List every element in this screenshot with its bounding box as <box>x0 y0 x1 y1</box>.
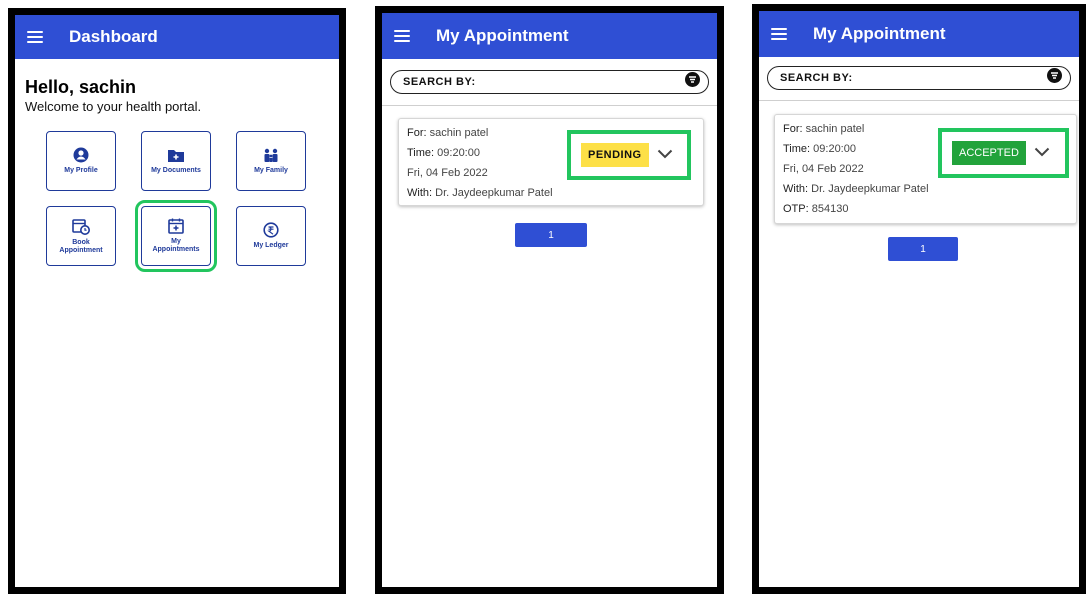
status-highlight: ACCEPTED <box>938 128 1069 178</box>
page-button[interactable]: 1 <box>515 223 587 247</box>
menu-icon[interactable] <box>27 31 43 43</box>
divider <box>382 105 717 106</box>
for-value: sachin patel <box>429 127 489 139</box>
greeting-text: Hello, sachin <box>25 77 137 97</box>
tile-label: Book Appointment <box>59 238 103 254</box>
with-label: With: <box>783 183 809 195</box>
chevron-down-icon[interactable] <box>1034 144 1050 162</box>
search-bar[interactable]: SEARCH BY: <box>767 66 1071 90</box>
rupee-icon <box>263 222 279 238</box>
tile-label: My Documents <box>151 166 201 174</box>
filter-icon[interactable] <box>685 72 700 92</box>
my-profile-tile[interactable]: My Profile <box>46 131 116 191</box>
top-app-bar: Dashboard <box>15 15 339 59</box>
page-title: Dashboard <box>69 27 158 46</box>
my-ledger-tile[interactable]: My Ledger <box>236 206 306 266</box>
page-title: My Appointment <box>436 26 569 45</box>
status-badge: PENDING <box>581 143 649 167</box>
with-label: With: <box>407 187 433 199</box>
status-highlight: PENDING <box>567 130 691 180</box>
with-value: Dr. Jaydeepkumar Patel <box>435 187 553 199</box>
appointment-pending-screen: My Appointment SEARCH BY: For: sachin pa… <box>375 6 724 594</box>
top-app-bar: My Appointment <box>759 11 1079 57</box>
tile-label: My Appointments <box>152 238 200 253</box>
my-appointments-tile[interactable]: My Appointments <box>135 200 217 272</box>
date-text: Fri, 04 Feb 2022 <box>407 167 488 179</box>
time-value: 09:20:00 <box>813 143 856 155</box>
my-documents-tile[interactable]: My Documents <box>141 131 211 191</box>
book-appointment-tile[interactable]: Book Appointment <box>46 206 116 266</box>
date-text: Fri, 04 Feb 2022 <box>783 163 864 175</box>
tile-label: My Family <box>254 166 288 174</box>
for-label: For: <box>783 123 803 135</box>
dashboard-screen: Dashboard Hello, sachin Welcome to your … <box>8 8 346 594</box>
chevron-down-icon[interactable] <box>657 146 673 164</box>
family-icon <box>262 148 280 163</box>
calendar-plus-icon <box>168 218 184 234</box>
with-value: Dr. Jaydeepkumar Patel <box>811 183 929 195</box>
top-app-bar: My Appointment <box>382 13 717 59</box>
page-title: My Appointment <box>813 24 946 43</box>
folder-plus-icon <box>167 148 185 163</box>
my-family-tile[interactable]: My Family <box>236 131 306 191</box>
time-value: 09:20:00 <box>437 147 480 159</box>
for-label: For: <box>407 127 427 139</box>
appointment-accepted-screen: My Appointment SEARCH BY: For: sachin pa… <box>752 4 1086 594</box>
filter-icon[interactable] <box>1047 68 1062 88</box>
search-label: SEARCH BY: <box>403 76 476 88</box>
search-bar[interactable]: SEARCH BY: <box>390 70 709 94</box>
welcome-text: Welcome to your health portal. <box>25 99 202 114</box>
appointment-card: For: sachin patel Time: 09:20:00 Fri, 04… <box>774 114 1077 224</box>
page-button[interactable]: 1 <box>888 237 958 261</box>
status-badge: ACCEPTED <box>952 141 1026 165</box>
person-icon <box>73 147 89 163</box>
appointment-card: For: sachin patel Time: 09:20:00 Fri, 04… <box>398 118 704 206</box>
otp-label: OTP: <box>783 203 809 215</box>
tile-label: My Profile <box>64 167 98 174</box>
search-label: SEARCH BY: <box>780 72 853 84</box>
tile-label: My Ledger <box>253 242 289 249</box>
for-value: sachin patel <box>805 123 865 135</box>
time-label: Time: <box>407 147 435 159</box>
time-label: Time: <box>783 143 811 155</box>
calendar-clock-icon <box>72 218 90 235</box>
divider <box>759 100 1079 101</box>
menu-icon[interactable] <box>394 30 410 42</box>
otp-value: 854130 <box>811 203 849 215</box>
menu-icon[interactable] <box>771 28 787 40</box>
